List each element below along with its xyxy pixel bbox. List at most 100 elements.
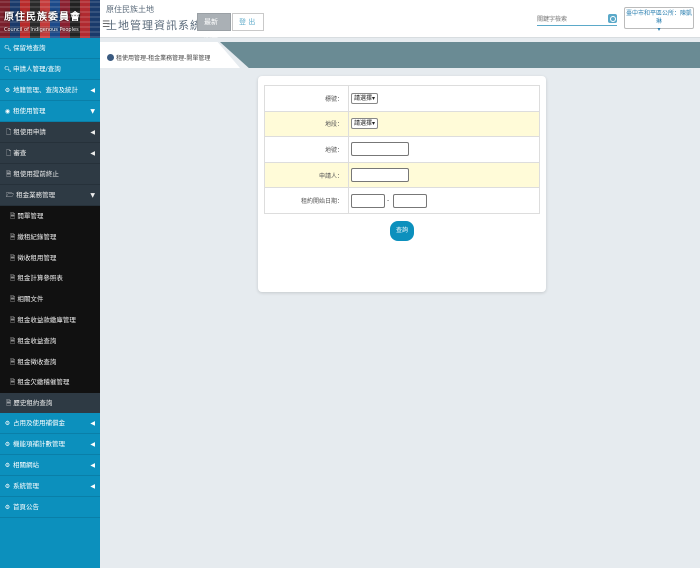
submenu2-item-documents[interactable]: 🗎 相關文件 [0,289,100,310]
search-icon: 🔍︎ [4,45,12,52]
submenu-item-label: 歷史租約查詢 [13,399,53,408]
search-input[interactable] [537,13,607,25]
doc-icon: 🗎 [10,357,16,366]
start-date-to-input[interactable] [393,193,428,208]
breadcrumb-decoration [220,42,700,68]
submenu2-item-collection-query[interactable]: 🗎 租金徵收查詢 [0,351,100,373]
submenu2-item-arrears[interactable]: 🗎 租金欠繳稽催管理 [0,372,100,394]
main-content: 租使用管理-租金業務管理-開單管理 標號： 請選擇▾ 地段： 請選擇▾ 地號： … [100,38,700,568]
gear-icon: ⚙ [4,441,11,449]
chevron-down-icon: ▾ [657,26,661,33]
chevron-down-icon: ▼ [90,108,95,115]
form-label: 地號： [264,136,349,163]
folder-icon: 🗁 [6,191,15,199]
sidebar: 🔍︎保留地查詢 🔍︎申請人管理/查詢 ⚙ 地籍管理、查詢及統計 ◀ ◉ 租使用管理 … [0,38,100,568]
gear-icon: ⚙ [4,462,11,470]
top-header: 原住民族委員會 Council of Indigenous Peoples 原住… [0,0,700,42]
submenu2-item-payment-records[interactable]: 🗎 繳租紀錄管理 [0,226,100,248]
gear-icon: ⚙ [4,504,11,512]
submenu2-item-label: 開單管理 [17,212,44,220]
sidebar-item-label: 保留地查詢 [13,44,46,52]
form-row-land-number: 地號： [264,136,540,163]
gear-icon: ⚙ [4,420,11,428]
sidebar-item-reserved-land-query[interactable]: 🔍︎保留地查詢 [0,38,100,59]
sidebar-item-function-count[interactable]: ⚙ 機能項補計數管理 ◀ [0,434,100,456]
sidebar-item-label: 相關網站 [13,461,39,470]
logo[interactable]: 原住民族委員會 Council of Indigenous Peoples [0,0,100,38]
logout-button[interactable]: 登 出 [232,13,264,31]
sidebar-item-label: 占用及使用補償金 [13,419,65,428]
submenu-item-review[interactable]: 🗋 審查 ◀ [0,143,100,164]
gear-icon: ⚙ [4,483,11,491]
search-box [537,13,617,26]
start-date-from-input[interactable] [351,193,385,208]
date-range-separator: - [387,197,390,205]
user-name: 臺中市和平區公所：陳凱琳 [625,10,692,25]
submenu-item-label: 租使用申請 [13,128,46,136]
submenu2-item-rent-table[interactable]: 🗎 租金計算參照表 [0,268,100,290]
submenu2-item-label: 租金徵收查詢 [17,357,57,366]
submenu-item-history[interactable]: 🗎 歷史租約查詢 [0,393,100,414]
submenu2-item-treasury[interactable]: 🗎 租金收益款繳庫管理 [0,309,100,331]
submenu2-item-income-query[interactable]: 🗎 租金收益查詢 [0,330,100,352]
submenu-item-lease-application[interactable]: 🗋 租使用申請 ◀ [0,122,100,143]
chevron-left-icon: ◀ [90,483,95,491]
submenu2-item-billing[interactable]: 🗎 開單管理 [0,206,100,227]
sidebar-item-lease-management[interactable]: ◉ 租使用管理 ▼ [0,101,100,122]
doc-icon: 🗎 [10,378,16,387]
sidebar-item-label: 首頁公告 [13,503,39,512]
sidebar-item-system-management[interactable]: ⚙ 系統管理 ◀ [0,476,100,498]
system-title-line1: 原住民族土地 [106,5,154,14]
submenu2-item-label: 租金收益款繳庫管理 [17,315,76,324]
sidebar-item-label: 申請人管理/查詢 [13,65,61,73]
submenu2-item-expropriation[interactable]: 🗎 徵收租用管理 [0,247,100,269]
form-label: 標號： [264,85,349,112]
globe-icon: ◉ [4,108,11,115]
doc-icon: 🗎 [6,399,12,408]
chevron-left-icon: ◀ [90,441,95,449]
form-row-lease-start-date: 租約開始日期： - [264,187,540,214]
sidebar-item-compensation[interactable]: ⚙ 占用及使用補償金 ◀ [0,413,100,435]
search-form: 標號： 請選擇▾ 地段： 請選擇▾ 地號： 申請人： 租約開始日期： - [264,85,540,214]
sidebar-item-applicant-management[interactable]: 🔍︎申請人管理/查詢 [0,59,100,80]
doc-icon: 🗎 [10,315,16,324]
submenu-item-label: 租使用提前終止 [13,170,59,178]
submenu2-item-label: 租金收益查詢 [17,336,57,345]
submenu-item-early-termination[interactable]: 🗎 租使用提前終止 [0,164,100,185]
doc-icon: 🗎 [10,295,16,304]
gear-icon: ⚙ [4,87,11,94]
logo-text: 原住民族委員會 [4,12,81,23]
land-section-select[interactable]: 請選擇▾ [351,118,379,130]
search-icon[interactable] [608,14,617,23]
logo-subtitle: Council of Indigenous Peoples [4,27,79,33]
submenu-item-rent-business[interactable]: 🗁 租金業務管理 ▼ [0,185,100,206]
submenu2-item-label: 租金欠繳稽催管理 [17,378,70,387]
land-number-input[interactable] [351,142,409,157]
sidebar-item-home-announcement[interactable]: ⚙ 首頁公告 [0,497,100,519]
sidebar-item-label: 租使用管理 [13,107,46,115]
submenu-item-label: 租金業務管理 [16,191,56,199]
file-icon: 🗋 [6,128,12,136]
sidebar-item-related-sites[interactable]: ⚙ 相關網站 ◀ [0,455,100,477]
sidebar-item-cadastral-management[interactable]: ⚙ 地籍管理、查詢及統計 ◀ [0,80,100,101]
doc-icon: 🗎 [10,274,16,283]
lot-number-select[interactable]: 請選擇▾ [351,92,379,104]
chevron-left-icon: ◀ [90,462,95,470]
menu-toggle-icon[interactable]: ☰ [102,20,110,30]
breadcrumb-bar: 租使用管理-租金業務管理-開單管理 [100,38,700,68]
user-menu[interactable]: 臺中市和平區公所：陳凱琳 ▾ [624,7,694,33]
chevron-left-icon: ◀ [90,150,95,157]
submenu-item-label: 審查 [13,149,27,157]
sidebar-item-label: 機能項補計數管理 [13,440,65,449]
breadcrumb-icon [107,54,114,61]
notice-button[interactable]: 最新公告 [197,13,231,42]
form-label: 申請人： [264,161,349,189]
system-title-line2: 土地管理資訊系統 [106,19,202,32]
file-icon: 🗋 [6,149,12,157]
sidebar-item-label: 系統管理 [13,482,39,491]
applicant-input[interactable] [351,168,409,183]
doc-icon: 🗎 [10,253,16,262]
query-button[interactable]: 查詢 [390,221,414,241]
chevron-left-icon: ◀ [90,129,95,136]
system-title: 原住民族土地 土地管理資訊系統 [106,4,202,33]
